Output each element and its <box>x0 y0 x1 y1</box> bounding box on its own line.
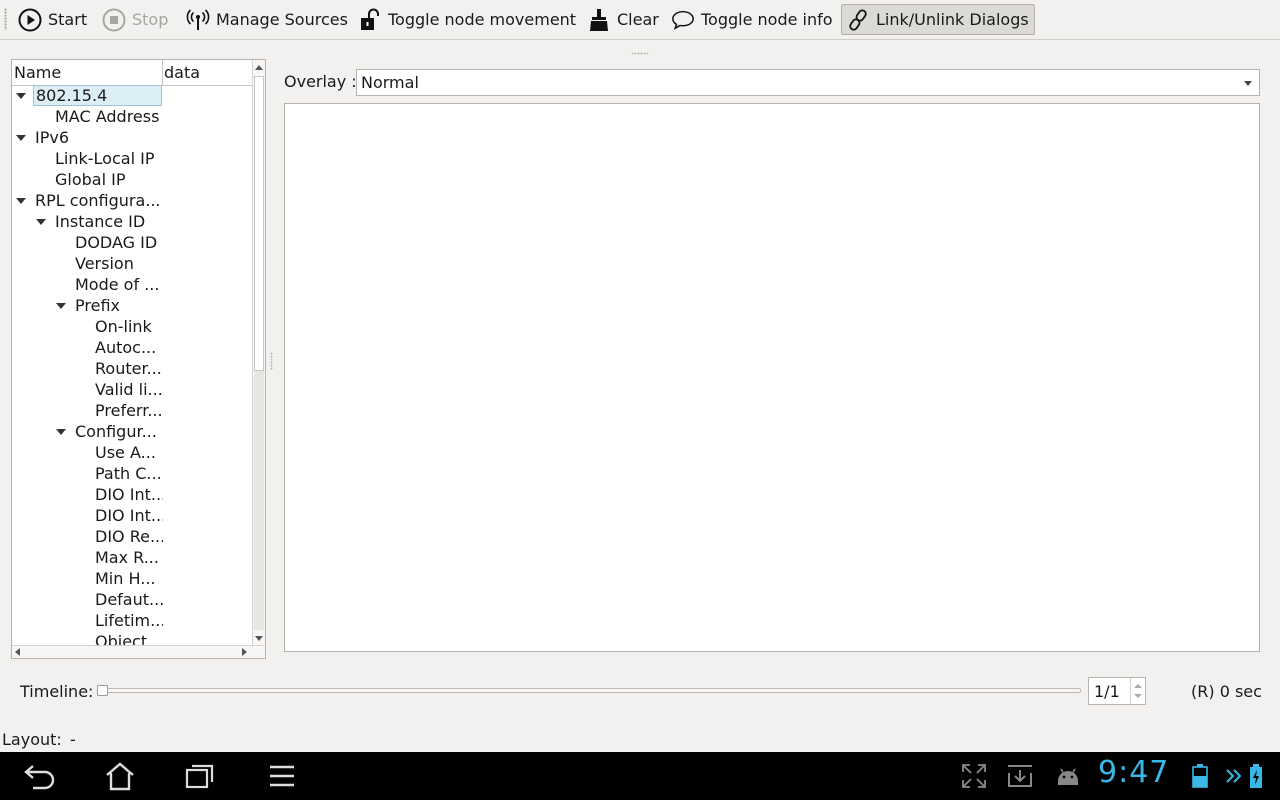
stop-label: Stop <box>132 10 169 29</box>
toggle-node-info-label: Toggle node info <box>701 10 833 29</box>
timeline-time: (R) 0 sec <box>1191 682 1262 701</box>
overlay-selected-value: Normal <box>361 73 419 92</box>
keyboard-battery-icon <box>1186 760 1214 792</box>
toolbar-grip[interactable] <box>4 8 7 30</box>
expand-arrow-icon[interactable] <box>16 93 26 99</box>
tree-horizontal-scrollbar[interactable] <box>12 645 265 658</box>
timeline-slider-handle[interactable] <box>97 685 108 696</box>
main-toolbar: Start Stop Manage Sources Toggle node mo… <box>0 0 1280 40</box>
expand-arrow-icon[interactable] <box>16 135 26 141</box>
stop-icon <box>102 8 126 32</box>
expand-arrow-icon[interactable] <box>56 429 66 435</box>
scrollbar-track[interactable] <box>254 371 264 630</box>
column-header-name[interactable]: Name <box>14 63 61 82</box>
scroll-down-arrow-icon[interactable] <box>255 636 263 641</box>
horizontal-splitter-handle[interactable] <box>631 52 649 55</box>
link-icon <box>846 8 870 32</box>
overlay-select[interactable]: Normal <box>356 69 1260 96</box>
fullscreen-icon[interactable] <box>954 760 994 792</box>
toggle-node-movement-label: Toggle node movement <box>388 10 577 29</box>
spin-down-icon[interactable] <box>1134 694 1142 698</box>
chevron-down-icon <box>1244 81 1252 86</box>
battery-charging-icon <box>1244 760 1268 792</box>
speech-bubble-icon <box>671 8 695 32</box>
home-icon[interactable] <box>100 760 140 792</box>
android-debug-icon <box>1048 760 1088 792</box>
broom-icon <box>587 8 611 32</box>
expand-arrow-icon[interactable] <box>36 219 46 225</box>
column-header-data[interactable]: data <box>164 63 200 82</box>
start-button[interactable]: Start <box>14 4 91 35</box>
play-icon <box>18 8 42 32</box>
clear-button[interactable]: Clear <box>583 4 663 35</box>
scroll-up-arrow-icon[interactable] <box>255 65 263 70</box>
download-tray-icon[interactable] <box>1000 760 1040 792</box>
recent-apps-icon[interactable] <box>180 760 220 792</box>
menu-icon[interactable] <box>262 760 302 792</box>
system-navigation-bar <box>0 752 1280 800</box>
chevron-right-icon <box>1222 760 1246 792</box>
tree-body: 802.15.4 MAC Address IPv6 Link-Local IP … <box>12 85 253 647</box>
column-divider[interactable] <box>162 60 163 85</box>
spinbox-value: 1/1 <box>1094 682 1120 701</box>
manage-sources-button[interactable]: Manage Sources <box>182 4 352 35</box>
unlock-icon <box>358 8 382 32</box>
network-canvas[interactable] <box>284 103 1260 652</box>
spinbox-buttons[interactable] <box>1130 678 1145 704</box>
layout-label: Layout: <box>2 730 62 749</box>
expand-arrow-icon[interactable] <box>56 303 66 309</box>
timeline-spinbox[interactable]: 1/1 <box>1088 677 1146 705</box>
overlay-label: Overlay : <box>284 72 357 91</box>
tree-row[interactable]: 802.15.4 <box>12 85 253 106</box>
vertical-splitter-handle[interactable] <box>270 352 273 370</box>
node-info-tree: Name data 802.15.4 MAC Address IPv6 Link… <box>11 59 266 659</box>
spin-up-icon[interactable] <box>1134 684 1142 688</box>
layout-value: - <box>70 730 76 749</box>
link-unlink-dialogs-label: Link/Unlink Dialogs <box>876 10 1029 29</box>
antenna-icon <box>186 8 210 32</box>
tree-vertical-scrollbar[interactable] <box>252 60 265 647</box>
scroll-left-arrow-icon[interactable] <box>15 648 20 656</box>
toggle-node-info-button[interactable]: Toggle node info <box>667 4 837 35</box>
tree-header: Name data <box>12 60 253 86</box>
timeline-label: Timeline: <box>20 682 94 701</box>
toggle-node-movement-button[interactable]: Toggle node movement <box>354 4 580 35</box>
scrollbar-thumb[interactable] <box>254 76 264 371</box>
manage-sources-label: Manage Sources <box>216 10 348 29</box>
expand-arrow-icon[interactable] <box>16 198 26 204</box>
stop-button[interactable]: Stop <box>98 4 172 35</box>
scroll-right-arrow-icon[interactable] <box>242 648 247 656</box>
back-icon[interactable] <box>20 760 60 792</box>
link-unlink-dialogs-button[interactable]: Link/Unlink Dialogs <box>841 4 1035 35</box>
timeline-slider[interactable] <box>101 688 1081 693</box>
clear-label: Clear <box>617 10 659 29</box>
status-clock: 9:47 <box>1098 755 1170 790</box>
start-label: Start <box>48 10 88 29</box>
